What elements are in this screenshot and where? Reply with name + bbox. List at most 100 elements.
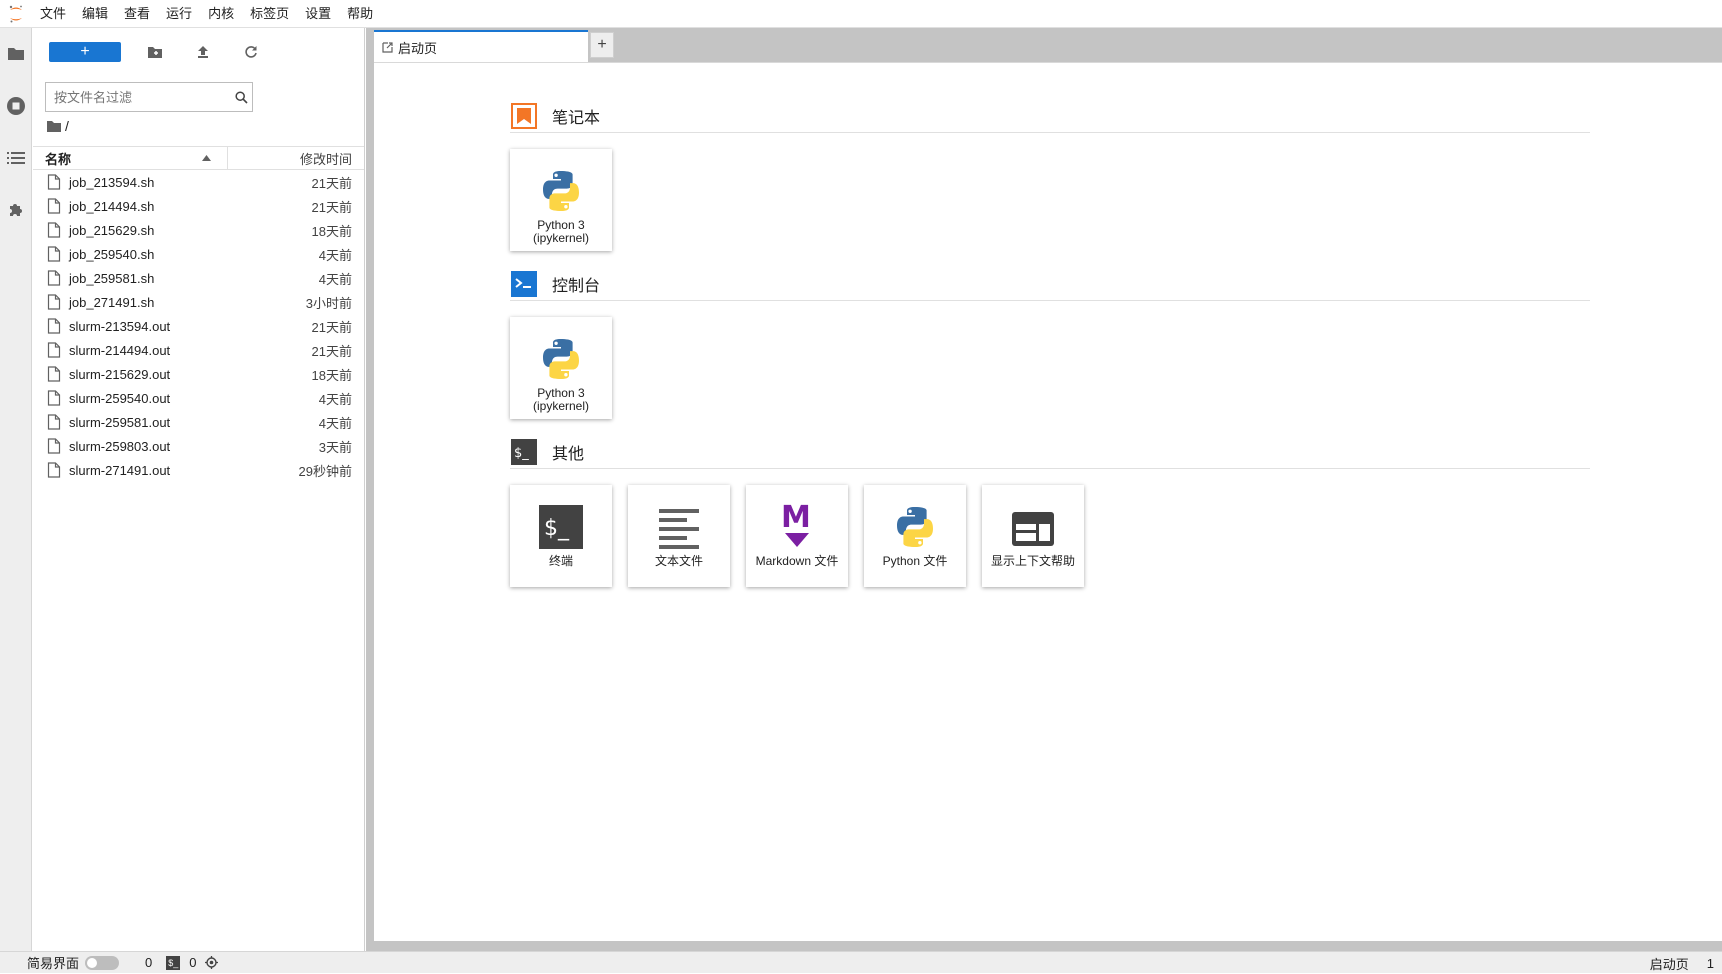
- card-console-python3[interactable]: Python 3 (ipykernel): [510, 317, 612, 419]
- file-row[interactable]: slurm-215629.out 18天前: [33, 362, 364, 386]
- column-modified-header[interactable]: 修改时间: [228, 149, 364, 168]
- tab-launcher[interactable]: 启动页: [374, 30, 588, 62]
- file-row[interactable]: job_259540.sh 4天前: [33, 242, 364, 266]
- upload-button[interactable]: [189, 40, 217, 64]
- menu-run[interactable]: 运行: [158, 0, 200, 28]
- new-folder-button[interactable]: [141, 40, 169, 64]
- menu-settings[interactable]: 设置: [297, 0, 339, 28]
- file-row[interactable]: job_213594.sh 21天前: [33, 170, 364, 194]
- file-icon: [47, 318, 63, 334]
- launcher: 笔记本 Python 3 (ipykernel) 控制台 Python 3 (i…: [374, 62, 1722, 941]
- file-modified: 4天前: [318, 415, 352, 431]
- new-folder-icon: [148, 47, 162, 58]
- file-name: slurm-259581.out: [69, 414, 171, 430]
- kernels-count[interactable]: 0: [145, 955, 152, 970]
- file-icon: [47, 222, 63, 238]
- file-row[interactable]: job_259581.sh 4天前: [33, 266, 364, 290]
- filter-box: [45, 82, 253, 112]
- card-label-line2: (ipykernel): [532, 399, 589, 413]
- section-notebook-header: 笔记本: [510, 99, 1590, 133]
- terminal-section-icon: $_: [510, 438, 538, 466]
- search-icon: [230, 90, 252, 104]
- simple-mode-toggle[interactable]: [85, 955, 120, 970]
- file-row[interactable]: slurm-259581.out 4天前: [33, 410, 364, 434]
- activity-bar: [0, 28, 32, 951]
- breadcrumb: /: [33, 112, 364, 140]
- file-modified: 3小时前: [305, 295, 352, 311]
- tab-launcher-label: 启动页: [398, 40, 438, 56]
- file-row[interactable]: slurm-259803.out 3天前: [33, 434, 364, 458]
- running-sessions-tab[interactable]: [0, 80, 32, 132]
- section-console: 控制台 Python 3 (ipykernel): [510, 267, 1590, 419]
- launcher-tab-icon: [382, 41, 393, 53]
- card-python-file[interactable]: Python 文件: [864, 485, 966, 587]
- file-modified: 18天前: [311, 223, 352, 239]
- new-launcher-button[interactable]: +: [49, 42, 121, 62]
- file-row[interactable]: slurm-213594.out 21天前: [33, 314, 364, 338]
- card-context-help[interactable]: 显示上下文帮助: [982, 485, 1084, 587]
- column-name-header[interactable]: 名称: [33, 146, 228, 170]
- file-name: job_259540.sh: [69, 246, 155, 262]
- menu-help[interactable]: 帮助: [339, 0, 381, 28]
- file-name: job_213594.sh: [69, 174, 155, 190]
- stop-circle-icon: [7, 97, 25, 115]
- jupyter-logo-icon: [0, 0, 32, 28]
- menu-view[interactable]: 查看: [116, 0, 158, 28]
- svg-text:$_: $_: [544, 516, 570, 541]
- card-terminal[interactable]: $_ 终端: [510, 485, 612, 587]
- active-tab-label: 启动页: [1649, 956, 1689, 972]
- list-icon: [7, 152, 25, 164]
- card-label-line2: (ipykernel): [532, 231, 589, 245]
- card-markdown-file[interactable]: M Markdown 文件: [746, 485, 848, 587]
- python-icon: [510, 317, 612, 381]
- file-row[interactable]: job_214494.sh 21天前: [33, 194, 364, 218]
- file-icon: [47, 438, 63, 454]
- menu-tabs[interactable]: 标签页: [242, 0, 297, 28]
- new-tab-button[interactable]: +: [590, 32, 614, 58]
- file-modified: 4天前: [318, 271, 352, 287]
- menu-kernel[interactable]: 内核: [200, 0, 242, 28]
- filter-input[interactable]: [46, 84, 230, 110]
- breadcrumb-root[interactable]: /: [65, 118, 69, 134]
- terminal-icon: $_: [510, 485, 612, 549]
- text-file-icon: [628, 485, 730, 549]
- menu-file[interactable]: 文件: [32, 0, 74, 28]
- file-modified: 3天前: [318, 439, 352, 455]
- file-row[interactable]: slurm-214494.out 21天前: [33, 338, 364, 362]
- table-of-contents-tab[interactable]: [0, 132, 32, 184]
- card-notebook-python3[interactable]: Python 3 (ipykernel): [510, 149, 612, 251]
- file-row[interactable]: job_271491.sh 3小时前: [33, 290, 364, 314]
- refresh-button[interactable]: [237, 40, 265, 64]
- status-bar: 简易界面 0 $_ 0 启动页 1: [0, 951, 1722, 973]
- file-row[interactable]: slurm-259540.out 4天前: [33, 386, 364, 410]
- kernel-status-icon[interactable]: [205, 956, 219, 969]
- home-folder-icon[interactable]: [47, 120, 61, 132]
- card-text-file[interactable]: 文本文件: [628, 485, 730, 587]
- terminals-count[interactable]: 0: [189, 955, 196, 970]
- folder-icon: [8, 48, 24, 60]
- file-icon: [47, 294, 63, 310]
- file-icon: [47, 390, 63, 406]
- file-name: job_259581.sh: [69, 270, 155, 286]
- file-row[interactable]: job_215629.sh 18天前: [33, 218, 364, 242]
- file-icon: [47, 198, 63, 214]
- refresh-icon: [245, 46, 257, 58]
- svg-text:$_: $_: [514, 446, 529, 461]
- file-list-header: 名称 修改时间: [33, 146, 364, 170]
- section-console-header: 控制台: [510, 267, 1590, 301]
- python-icon: [864, 485, 966, 549]
- active-tab-count: 1: [1706, 955, 1714, 971]
- menu-edit[interactable]: 编辑: [74, 0, 116, 28]
- section-console-title: 控制台: [552, 277, 601, 295]
- file-browser-tab[interactable]: [0, 28, 32, 80]
- markdown-icon: M: [746, 485, 848, 549]
- section-other-header: $_ 其他: [510, 435, 1590, 469]
- column-name-label: 名称: [45, 151, 72, 167]
- extensions-tab[interactable]: [0, 184, 32, 236]
- notebook-icon: [510, 102, 538, 130]
- tab-bar: 启动页 +: [366, 28, 1722, 62]
- file-modified: 21天前: [311, 319, 352, 335]
- terminal-status-icon[interactable]: $_: [166, 955, 181, 970]
- file-row[interactable]: slurm-271491.out 29秒钟前: [33, 458, 364, 482]
- section-notebook-title: 笔记本: [552, 109, 601, 127]
